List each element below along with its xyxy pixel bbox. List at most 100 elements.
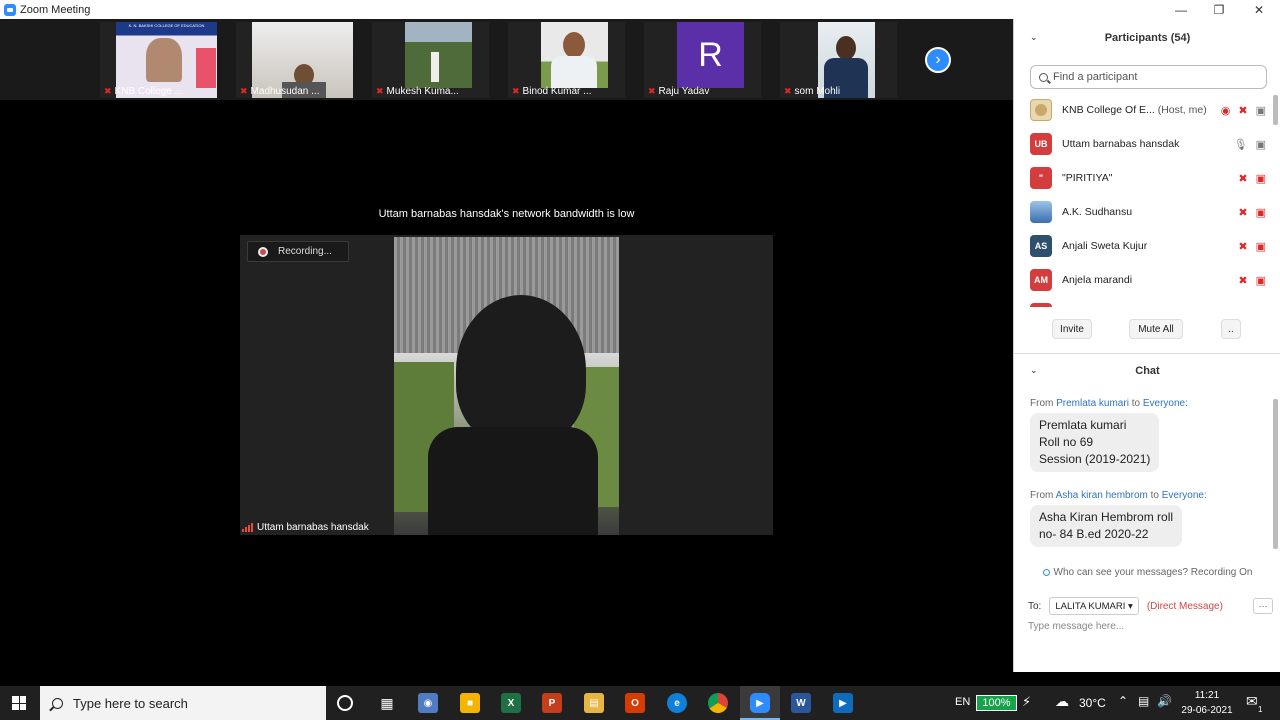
clock-date: 29-06-2021 (1181, 705, 1233, 716)
muted-mic-icon[interactable]: ✖ (1238, 240, 1247, 253)
video-camera-icon[interactable]: ▣ (1256, 138, 1266, 151)
chat-header[interactable]: ⌄ Chat (1014, 356, 1280, 386)
meeting-area: K. N. BAKSHI COLLEGE OF EDUCATION ✖ KNB C… (0, 19, 1013, 672)
participant-video (541, 22, 608, 88)
thumbnail-tile[interactable]: ✖ Binod Kumar ... (508, 22, 625, 98)
video-off-icon[interactable]: ▣ (1256, 274, 1266, 287)
video-off-icon[interactable]: ▣ (1256, 240, 1266, 253)
recipient-select[interactable]: LALITA KUMARI ▾ (1049, 597, 1139, 615)
chat-sender-line: From Asha kiran hembrom to Everyone: (1030, 490, 1207, 501)
participant-name: Anjela marandi (1062, 274, 1133, 286)
participant-row[interactable]: AS Anjali Sweta Kujur ✖ ▣ (1014, 229, 1272, 263)
network-icon[interactable]: ▤ (1138, 694, 1149, 708)
invite-button[interactable]: Invite (1052, 319, 1092, 339)
participant-row[interactable]: A.K. Sudhansu ✖ ▣ (1014, 195, 1272, 229)
participant-name: A.K. Sudhansu (1062, 206, 1133, 218)
participant-row[interactable]: AM Anjela marandi ✖ ▣ (1014, 263, 1272, 297)
mute-all-button[interactable]: Mute All (1129, 319, 1183, 339)
recipient-name[interactable]: Everyone: (1162, 490, 1207, 501)
thumbnail-tile[interactable]: ✖ Madhusudan ... (236, 22, 353, 98)
participants-header[interactable]: ⌄ Participants (54) (1014, 23, 1280, 53)
sender-name[interactable]: Asha kiran hembrom (1056, 490, 1148, 501)
chrome-icon[interactable] (708, 693, 728, 713)
participant-row[interactable] (1014, 297, 1272, 307)
participant-list: KNB College Of E... (Host, me) ◉ ✖ ▣ UB … (1014, 93, 1272, 307)
language-indicator[interactable]: EN (955, 696, 970, 708)
taskbar-search-placeholder: Type here to search (73, 695, 188, 711)
cortana-icon[interactable] (337, 695, 353, 711)
task-view-icon[interactable]: ▦ (377, 693, 397, 713)
recipient-name[interactable]: Everyone: (1143, 398, 1188, 409)
speaker-name: Uttam barnabas hansdak (257, 522, 369, 533)
participants-title: Participants (54) (1104, 32, 1191, 44)
college-banner: K. N. BAKSHI COLLEGE OF EDUCATION (128, 23, 205, 28)
active-speaker-view[interactable]: Recording... Uttam barnabas hansdak (240, 235, 773, 535)
visibility-notice[interactable]: Who can see your messages? Recording On (1014, 567, 1280, 578)
muted-mic-icon[interactable]: ✖ (1238, 172, 1247, 185)
person-icon (1042, 568, 1050, 576)
close-button[interactable]: ✕ (1240, 0, 1278, 19)
bandwidth-notice: Uttam barnabas hansdak's network bandwid… (378, 208, 635, 220)
zoom-app-icon (4, 3, 16, 16)
recording-label: Recording... (278, 246, 332, 257)
temperature[interactable]: 30°C (1079, 696, 1106, 710)
excel-icon[interactable]: X (501, 693, 521, 713)
muted-mic-icon[interactable]: ✖ (1238, 206, 1247, 219)
muted-mic-icon[interactable]: ✖ (1238, 274, 1247, 287)
zoom-taskbar-button[interactable]: ▶ (740, 686, 780, 720)
participant-scrollbar[interactable] (1272, 93, 1278, 307)
recording-indicator[interactable]: Recording... (247, 241, 349, 262)
taskbar-search-box[interactable]: Type here to search (40, 686, 326, 720)
participant-row[interactable]: KNB College Of E... (Host, me) ◉ ✖ ▣ (1014, 93, 1272, 127)
notification-icon[interactable]: ✉ (1246, 693, 1258, 710)
participant-search-input[interactable]: Find a participant (1030, 65, 1267, 89)
powerpoint-icon[interactable]: P (542, 693, 562, 713)
collapse-chevron-icon[interactable]: ⌄ (1030, 32, 1038, 43)
chat-more-button[interactable]: ··· (1253, 598, 1273, 614)
edge-icon[interactable]: e (667, 693, 687, 713)
video-off-icon[interactable]: ▣ (1256, 172, 1266, 185)
participant-name: Raju Yadav (658, 85, 710, 97)
direct-message-tag: (Direct Message) (1146, 600, 1223, 612)
thumbnail-tile[interactable]: ✖ Mukesh Kuma... (372, 22, 489, 98)
store-icon[interactable]: ■ (460, 693, 480, 713)
avatar (1030, 99, 1052, 121)
collapse-chevron-icon[interactable]: ⌄ (1030, 365, 1038, 376)
participant-name: KNB College Of E... (1062, 104, 1155, 116)
weather-icon[interactable]: ☁ (1055, 693, 1069, 710)
word-icon[interactable]: W (791, 693, 811, 713)
muted-mic-icon[interactable]: ✖ (1238, 104, 1247, 117)
chat-message-input[interactable]: Type message here... (1028, 621, 1268, 632)
participant-row[interactable]: " "PIRITIYA" ✖ ▣ (1014, 161, 1272, 195)
office-icon[interactable]: O (625, 693, 645, 713)
participant-video (405, 22, 472, 88)
media-player-icon[interactable]: ▶ (833, 693, 853, 713)
thumbnail-tile[interactable]: ✖ som Mohli (780, 22, 897, 98)
side-panel: ⌄ Participants (54) Find a participant K… (1013, 19, 1280, 672)
chat-scrollbar[interactable] (1272, 397, 1278, 567)
chat-sender-line: From Premlata kumari to Everyone: (1030, 398, 1188, 409)
maximize-button[interactable]: ❐ (1200, 0, 1238, 19)
network-signal-icon (242, 523, 253, 532)
microphone-icon[interactable]: 🎙 (1234, 138, 1248, 151)
clock[interactable]: 11:21 29-06-2021 (1168, 688, 1246, 718)
app-icon[interactable]: ◉ (418, 693, 438, 713)
video-off-icon[interactable]: ▣ (1256, 206, 1266, 219)
chat-messages: From Premlata kumari to Everyone: Premla… (1014, 397, 1272, 557)
avatar: UB (1030, 133, 1052, 155)
thumbnail-tile[interactable]: K. N. BAKSHI COLLEGE OF EDUCATION ✖ KNB C… (100, 22, 217, 98)
next-page-arrow-icon[interactable]: › (925, 47, 951, 73)
notification-count: 1 (1258, 705, 1263, 714)
video-camera-icon[interactable]: ▣ (1256, 104, 1266, 117)
participant-name: Binod Kumar ... (522, 85, 592, 97)
participant-row[interactable]: UB Uttam barnabas hansdak 🎙 ▣ (1014, 127, 1272, 161)
file-explorer-icon[interactable]: ▤ (584, 693, 604, 713)
windows-start-icon[interactable] (12, 696, 26, 710)
thumbnail-tile[interactable]: R ✖ Raju Yadav (644, 22, 761, 98)
chevron-up-icon[interactable]: ⌃ (1118, 694, 1128, 708)
more-options-button[interactable]: .. (1221, 319, 1241, 339)
battery-indicator[interactable]: 100% (976, 695, 1017, 711)
minimize-button[interactable]: — (1162, 0, 1200, 19)
sender-name[interactable]: Premlata kumari (1056, 398, 1129, 409)
participant-name: KNB College ... (114, 85, 183, 97)
